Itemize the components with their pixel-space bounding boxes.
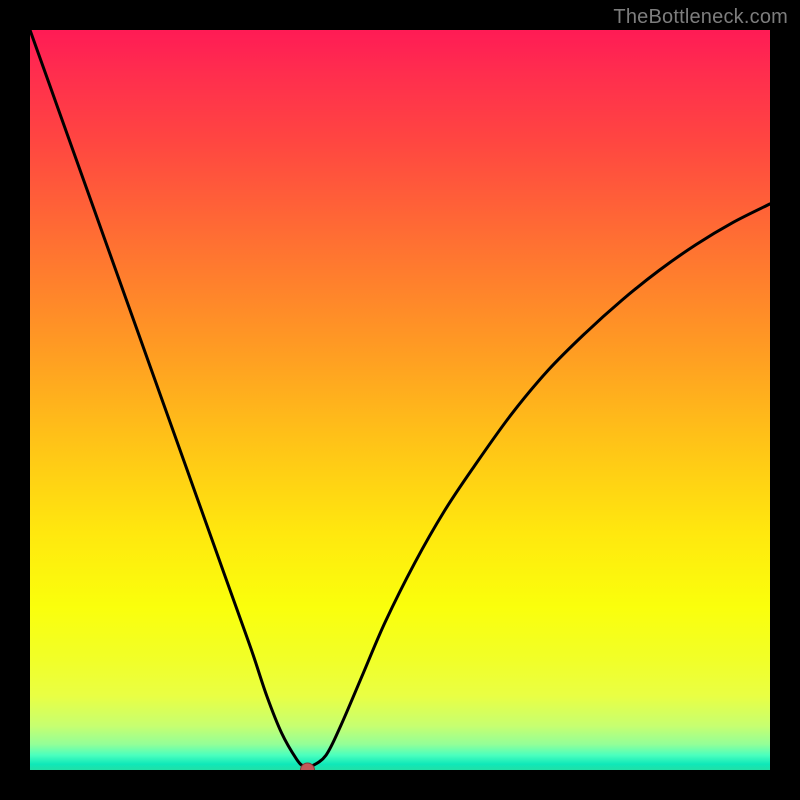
- chart-svg: [30, 30, 770, 770]
- bottleneck-curve: [30, 30, 770, 767]
- chart-stage: TheBottleneck.com: [0, 0, 800, 800]
- watermark-label: TheBottleneck.com: [613, 6, 788, 29]
- plot-area: [30, 30, 770, 770]
